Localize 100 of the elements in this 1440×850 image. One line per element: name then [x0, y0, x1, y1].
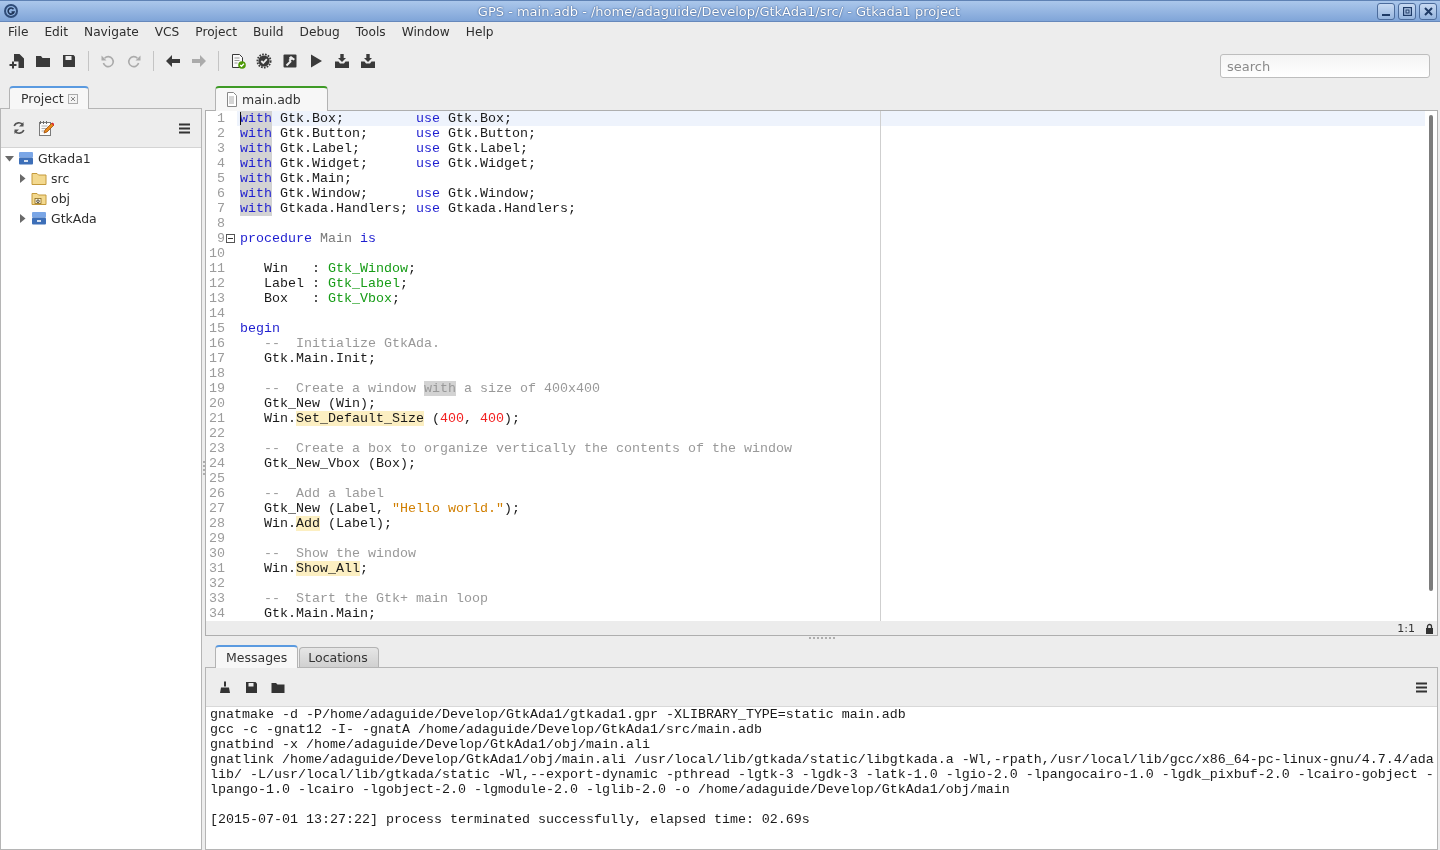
- line-number: 28: [209, 516, 225, 531]
- menu-item[interactable]: Edit: [36, 25, 76, 39]
- save-icon[interactable]: [245, 681, 257, 693]
- code-line: Gtk_New_Vbox (Box);: [263, 456, 416, 471]
- code-line: Win.Set_Default_Size (400, 400);: [263, 411, 520, 426]
- line-number: 15: [209, 321, 225, 336]
- expander-icon[interactable]: [4, 153, 14, 163]
- message-line: gnatmake -d -P/home/adaguide/Develop/GtkAda1/gtkada1.gpr -XLIBRARY_TYPE=static main.adb: [210, 707, 906, 722]
- line-number: 16: [209, 336, 225, 351]
- line-number: 2: [217, 126, 225, 141]
- restore-icon: [1402, 6, 1412, 16]
- line-number: 3: [217, 141, 225, 156]
- line-number: 33: [209, 591, 225, 606]
- refresh-icon[interactable]: [11, 120, 27, 136]
- tab[interactable]: Messages: [215, 645, 299, 668]
- file-icon: [226, 92, 238, 107]
- minimize-button[interactable]: [1377, 2, 1395, 20]
- close-icon[interactable]: [67, 93, 78, 104]
- menu-item[interactable]: Tools: [347, 25, 394, 39]
- right-arrow-icon: [191, 53, 207, 69]
- close-icon: [1423, 6, 1433, 16]
- line-number: 12: [209, 276, 225, 291]
- line-number: 29: [209, 531, 225, 546]
- code-line: -- Create a window with a size of 400x400: [263, 381, 600, 396]
- line-number: 19: [209, 381, 225, 396]
- tree-item[interactable]: GtkAda: [51, 210, 97, 226]
- code-line: begin: [240, 321, 280, 336]
- scrollbar[interactable]: [1429, 115, 1433, 591]
- object-folder-icon: [31, 190, 47, 206]
- code-line: -- Start the Gtk+ main loop: [263, 591, 488, 606]
- close-button[interactable]: [1419, 2, 1437, 20]
- line-number: 22: [209, 426, 225, 441]
- line-number: 11: [209, 261, 225, 276]
- line-number: 4: [217, 156, 225, 171]
- project-icon: [18, 150, 34, 166]
- folder-icon[interactable]: [271, 681, 285, 693]
- splitter-grip-icon: [202, 461, 205, 475]
- expander-icon[interactable]: [17, 173, 27, 183]
- line-number: 1: [217, 111, 225, 126]
- menu-item[interactable]: Debug: [291, 25, 348, 39]
- line-number: 25: [209, 471, 225, 486]
- line-number: 7: [217, 201, 225, 216]
- line-number: 23: [209, 441, 225, 456]
- left-arrow-icon: [165, 53, 181, 69]
- tab[interactable]: Locations: [299, 647, 379, 667]
- code-line: Label : Gtk_Label;: [263, 276, 408, 291]
- fold-toggle-icon[interactable]: [226, 234, 235, 243]
- project-icon: [31, 210, 47, 226]
- play-icon: [308, 53, 324, 69]
- line-number: 18: [209, 366, 225, 381]
- redo-icon: [126, 53, 142, 69]
- code-line: Win : Gtk_Window;: [263, 261, 416, 276]
- code-line: procedure Main is: [240, 231, 376, 246]
- code-line: -- Create a box to organize vertically the contents of the window: [263, 441, 792, 456]
- line-number: 14: [209, 306, 225, 321]
- lock-icon: [1425, 622, 1434, 634]
- line-number: 20: [209, 396, 225, 411]
- menu-item[interactable]: Window: [393, 25, 458, 39]
- message-line: gnatlink /home/adaguide/Develop/GtkAda1/obj/main.ali /usr/local/lib/gtkada/static/libgtkada.a -Wl,-rpath,/usr/local/lib/gcc/x86_64-pc-linux-gnu/4.7.4/adalib/ -L/usr/local/lib/gtkada/static -Wl,--export-dynamic -pthread -lgtk-3 -lgdk-3 -latk-1.0 -lgio-2.0 -lpangocairo-1.0 -lgdk_pixbuf-2.0 -lcairo-gobject -lpango-1.0 -lcairo -lgobject-2.0 -lgmodule-2.0 -lglib-2.0 -o /home/adaguide/Develop/GtkAda1/obj/main: [210, 752, 1435, 797]
- line-number: 21: [209, 411, 225, 426]
- tab[interactable]: Project: [9, 86, 89, 109]
- menu-icon[interactable]: [1416, 681, 1427, 693]
- save-icon: [61, 53, 77, 69]
- tab[interactable]: main.adb: [215, 86, 328, 111]
- expander-icon[interactable]: [17, 213, 27, 223]
- menu-item[interactable]: Navigate: [76, 25, 147, 39]
- tray-download-icon: [334, 53, 350, 69]
- notepad-pencil-icon[interactable]: [38, 120, 54, 136]
- menu-item[interactable]: Build: [245, 25, 292, 39]
- code-line: Gtk_New (Win);: [263, 396, 376, 411]
- text-cursor: [240, 112, 241, 125]
- tree-item[interactable]: src: [51, 170, 70, 186]
- code-line: Win.Add (Label);: [263, 516, 392, 531]
- badge-check-icon: [256, 53, 272, 69]
- menu-item[interactable]: VCS: [146, 25, 188, 39]
- code-line: Gtk_New (Label, "Hello world.");: [263, 501, 520, 516]
- restore-button[interactable]: [1398, 2, 1416, 20]
- line-number: 13: [209, 291, 225, 306]
- menu-item[interactable]: Help: [457, 25, 502, 39]
- line-number: 32: [209, 576, 225, 591]
- code-line: Box : Gtk_Vbox;: [263, 291, 400, 306]
- code-line: with Gtkada.Handlers; use Gtkada.Handlers;: [240, 201, 576, 216]
- broom-icon[interactable]: [219, 681, 231, 693]
- tree-item[interactable]: obj: [51, 190, 71, 206]
- message-line: [2015-07-01 13:27:22] process terminated successfully, elapsed time: 02.69s: [210, 812, 810, 827]
- menu-icon[interactable]: [179, 122, 190, 134]
- line-number: 6: [217, 186, 225, 201]
- hammer-icon: [282, 53, 298, 69]
- menu-item[interactable]: Project: [187, 25, 245, 39]
- message-line: gcc -c -gnat12 -I- -gnatA /home/adaguide/Develop/GtkAda1/src/main.adb: [210, 722, 762, 737]
- line-number: 5: [217, 171, 225, 186]
- tree-item[interactable]: Gtkada1: [38, 150, 91, 166]
- new-file-icon: [9, 53, 25, 69]
- code-line: -- Add a label: [263, 486, 384, 501]
- undo-icon: [100, 53, 116, 69]
- search-field[interactable]: search: [1220, 54, 1430, 78]
- line-number: 8: [217, 216, 225, 231]
- menu-item[interactable]: File: [0, 25, 37, 39]
- line-number: 30: [209, 546, 225, 561]
- code-line: with Gtk.Label; use Gtk.Label;: [240, 141, 528, 156]
